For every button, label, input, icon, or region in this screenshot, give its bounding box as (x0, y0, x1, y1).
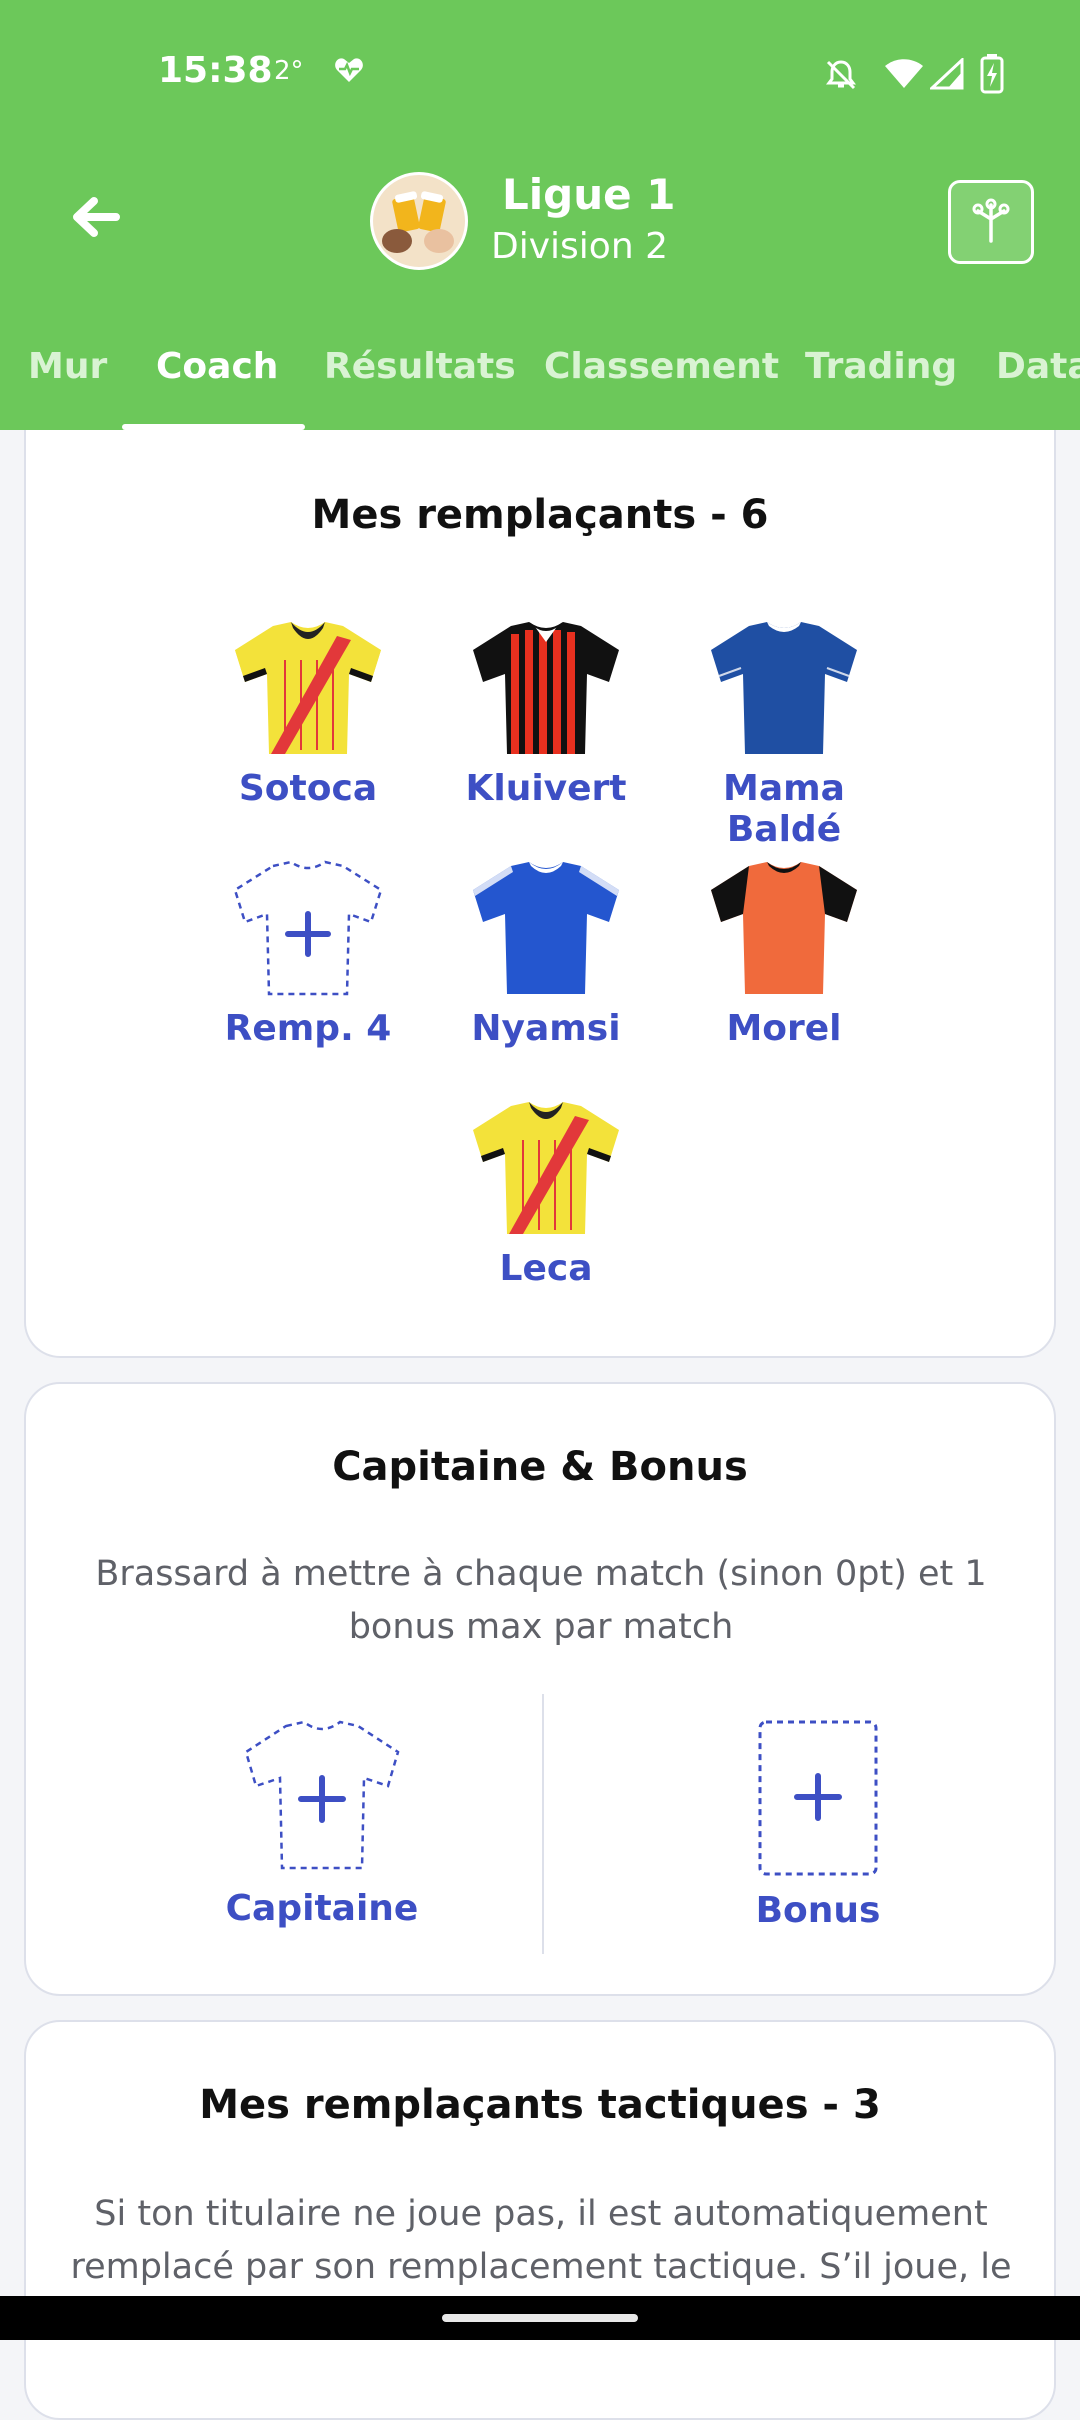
jersey-lens-icon (235, 622, 381, 754)
tab-resultats[interactable]: Résultats (324, 346, 516, 387)
player-name: Nyamsi (471, 1008, 621, 1049)
player-name: Mama Baldé (723, 768, 845, 850)
captain-bonus-description: Brassard à mettre à chaque match (sinon … (95, 1554, 987, 1647)
jersey-lens-icon (473, 1102, 619, 1234)
jersey-nice-icon (473, 622, 619, 754)
tree-icon (972, 198, 1010, 243)
status-time: 15:38 (158, 50, 273, 91)
captain-slot[interactable]: Capitaine (212, 1720, 432, 1929)
player-slot[interactable]: Mama Baldé (664, 620, 904, 850)
jersey-orange-icon (711, 862, 857, 994)
player-name: Sotoca (238, 768, 378, 809)
player-slot-empty[interactable]: Remp. 4 (188, 860, 428, 1080)
player-slot[interactable]: Sotoca (188, 620, 428, 840)
tab-trading[interactable]: Trading (805, 346, 957, 387)
back-button[interactable] (60, 182, 130, 252)
player-name: Remp. 4 (224, 1008, 392, 1049)
system-navigation-bar (0, 2296, 1080, 2340)
section-divider (542, 1694, 544, 1954)
tab-bar: Mur Coach Résultats Classement Trading D… (0, 340, 1080, 430)
tab-mur[interactable]: Mur (28, 346, 107, 387)
tactical-title: Mes remplaçants tactiques - 3 (199, 2082, 881, 2128)
empty-jersey-add-icon (233, 860, 383, 996)
bonus-label: Bonus (755, 1890, 881, 1931)
battery-charging-icon (980, 54, 1004, 98)
jersey-blue-icon (473, 862, 619, 994)
jersey-navy-icon (711, 622, 857, 754)
substitutes-card: Mes remplaçants - 6 Sotoca Kluivert Mama… (24, 430, 1056, 1358)
empty-jersey-add-icon (244, 1720, 400, 1870)
captain-bonus-title: Capitaine & Bonus (332, 1444, 748, 1490)
home-gesture-handle[interactable] (442, 2314, 638, 2322)
health-icon (334, 56, 364, 88)
app-header: 15:38 2° Ligue 1 Division 2 Mur Coach Ré… (0, 0, 1080, 430)
arrow-left-icon (73, 197, 120, 237)
league-tree-button[interactable] (948, 180, 1034, 264)
league-avatar[interactable] (370, 172, 468, 270)
tab-data[interactable]: Data (996, 346, 1080, 387)
player-slot[interactable]: Leca (426, 1100, 666, 1320)
player-slot[interactable]: Morel (664, 860, 904, 1080)
empty-bonus-card-add-icon (758, 1720, 878, 1876)
tab-coach[interactable]: Coach (156, 346, 278, 387)
tab-classement[interactable]: Classement (544, 346, 779, 387)
beer-toast-icon (382, 191, 454, 253)
signal-icon (928, 56, 964, 94)
league-division: Division 2 (491, 226, 668, 267)
player-name: Morel (726, 1008, 842, 1049)
league-title: Ligue 1 (502, 170, 676, 219)
player-name: Leca (499, 1248, 593, 1289)
player-slot[interactable]: Kluivert (426, 620, 666, 840)
wifi-icon (884, 58, 924, 94)
mute-icon (824, 58, 858, 96)
status-bar: 15:38 2° (0, 0, 1080, 150)
header-top-row: Ligue 1 Division 2 (0, 160, 1080, 280)
captain-bonus-card: Capitaine & Bonus Brassard à mettre à ch… (24, 1382, 1056, 1996)
player-slot[interactable]: Nyamsi (426, 860, 666, 1080)
tactical-description: Si ton titulaire ne joue pas, il est aut… (70, 2194, 1012, 2287)
status-temperature: 2° (274, 56, 304, 86)
bonus-slot[interactable]: Bonus (708, 1718, 928, 1931)
tactical-substitutes-card: Mes remplaçants tactiques - 3 Si ton tit… (24, 2020, 1056, 2420)
player-name: Kluivert (465, 768, 627, 809)
captain-label: Capitaine (225, 1888, 419, 1929)
substitutes-title: Mes remplaçants - 6 (311, 492, 769, 538)
